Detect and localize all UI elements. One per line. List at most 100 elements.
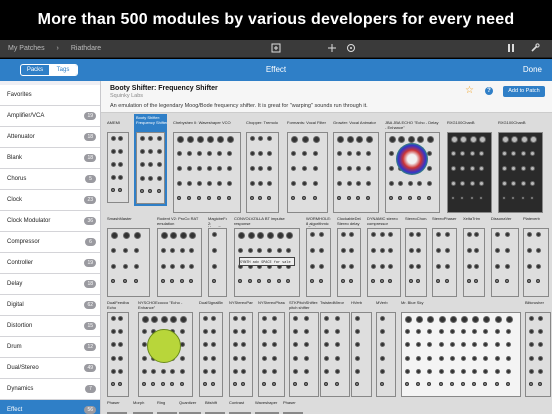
count-badge: 18: [84, 133, 96, 141]
knob: [355, 355, 360, 361]
module-card[interactable]: Phaser: [107, 401, 127, 414]
help-icon[interactable]: ?: [485, 87, 493, 95]
module-card[interactable]: MagicbeFox 2: Magnificent module: [208, 217, 227, 297]
module-card[interactable]: DualSignalBreaker: [199, 301, 223, 397]
knob: [118, 175, 123, 180]
sidebar-item[interactable]: Blank 18: [0, 148, 100, 169]
sidebar-item[interactable]: Controller 19: [0, 253, 100, 274]
module-card[interactable]: NYSCHOEcocco "Echo - Enhance": [138, 301, 193, 397]
knob: [505, 342, 511, 348]
knob: [324, 342, 329, 348]
pause-icon[interactable]: [506, 43, 516, 53]
move-icon[interactable]: [327, 43, 337, 53]
sidebar-item[interactable]: Dynamics 7: [0, 379, 100, 400]
module-card[interactable]: Blitcrusher: [525, 301, 551, 397]
module-faceplate: [173, 132, 241, 213]
sidebar-item[interactable]: Delay 18: [0, 274, 100, 295]
module-brand[interactable]: Squinky Labs: [110, 93, 143, 99]
module-card[interactable]: WORMHOLE: 8 algorithmic effect: [306, 217, 331, 297]
module-card[interactable]: NYStereoPan: [229, 301, 253, 397]
target-icon[interactable]: [346, 43, 356, 53]
module-card[interactable]: DissonaVer: [491, 217, 519, 297]
module-card[interactable]: HVerb: [351, 301, 372, 397]
module-card[interactable]: JBA JBA ECHO "Echo - Delay - Enhance": [385, 121, 440, 213]
module-card[interactable]: StereoChorus: [405, 217, 427, 297]
module-card[interactable]: Waveshaper: [255, 401, 279, 414]
sidebar-item[interactable]: Digital 62: [0, 295, 100, 316]
module-card[interactable]: Growler: Vocal Animator: [333, 121, 379, 213]
sidebar-item[interactable]: Clock Modulator 36: [0, 211, 100, 232]
module-grid: AMEMI Booty Shifter: Frequency Shifter Che…: [101, 114, 552, 414]
knob: [151, 316, 159, 323]
module-card[interactable]: Booty Shifter: Frequency Shifter: [134, 114, 167, 206]
jack-port: [407, 196, 412, 200]
module-card[interactable]: RXG100ChanB: [498, 121, 543, 213]
knob: [380, 342, 385, 348]
jack-port: [520, 196, 525, 200]
sidebar-item-label: Blank: [7, 155, 23, 161]
sidebar-item[interactable]: Clock 23: [0, 190, 100, 211]
module-card[interactable]: Chebyshev II: Waveshaper VCO: [173, 121, 241, 213]
module-card[interactable]: Contrast: [229, 401, 251, 414]
sidebar-item[interactable]: Favorites: [0, 85, 100, 106]
knob: [520, 136, 528, 143]
sidebar-item[interactable]: Amplifier/VCA 19: [0, 106, 100, 127]
wrench-icon[interactable]: [530, 43, 540, 53]
sidebar-item[interactable]: Attenuator 18: [0, 127, 100, 148]
module-card[interactable]: DYNAMIC stereo compressor: [367, 217, 401, 297]
jack-port: [142, 381, 146, 386]
module-card[interactable]: Formants: Vocal Filter: [287, 121, 328, 213]
module-card[interactable]: RXG100ChanB: [447, 121, 492, 213]
add-module-icon[interactable]: [271, 43, 281, 53]
knob: [444, 247, 450, 253]
module-card[interactable]: MVerb: [376, 301, 396, 397]
knob: [449, 329, 455, 335]
knob: [211, 368, 216, 374]
sidebar-item[interactable]: Distortion 15: [0, 316, 100, 337]
module-card[interactable]: Rodent V2: ProCo RAT emulation: [157, 217, 202, 297]
module-card[interactable]: STKPitchShifter: pitch shifter: [289, 301, 319, 397]
module-card-title: StereoPhaser: [432, 217, 457, 221]
knob: [266, 151, 272, 156]
sidebar-item[interactable]: Compressor 6: [0, 232, 100, 253]
module-card[interactable]: Bitshift: [205, 401, 225, 414]
module-card[interactable]: AMEMI: [107, 121, 129, 203]
add-to-patch-button[interactable]: Add to Patch: [503, 86, 545, 97]
module-faceplate: [337, 228, 361, 297]
knob: [177, 166, 182, 171]
sidebar-item[interactable]: Dual/Stereo 49: [0, 358, 100, 379]
done-button[interactable]: Done: [523, 65, 542, 74]
knob: [118, 316, 123, 321]
module-card[interactable]: Quantizer: [179, 401, 201, 414]
knob: [179, 232, 187, 239]
sidebar-item[interactable]: Chorus 5: [0, 169, 100, 190]
module-card[interactable]: SmashMaster: [107, 217, 150, 297]
sidebar-item[interactable]: Effect 56: [0, 400, 100, 414]
knob: [161, 232, 168, 239]
knob: [529, 355, 534, 361]
module-card[interactable]: Mr. Blue Sky: [401, 301, 521, 397]
module-card[interactable]: Phaser: [283, 401, 303, 414]
module-card[interactable]: Chopper: Tremolo: [246, 121, 279, 213]
module-card[interactable]: Morph: [133, 401, 153, 414]
module-card[interactable]: TwistedMirror: [320, 301, 350, 397]
module-card[interactable]: CONVOLVZILLA BT impulse response SYNTH ad…: [234, 217, 300, 297]
module-card[interactable]: ClockableDelay: Stereo delay: [337, 217, 361, 297]
knob: [346, 151, 352, 156]
module-card[interactable]: DualFeedback Echo: [107, 301, 129, 397]
jack-port: [438, 381, 443, 386]
knob: [266, 136, 272, 141]
module-card[interactable]: Plateverb: [523, 217, 549, 297]
jack-port: [538, 381, 542, 386]
sidebar-item[interactable]: Drum 12: [0, 337, 100, 358]
tab-packs[interactable]: Packs: [21, 65, 49, 75]
module-card[interactable]: StereoPhaser: [432, 217, 457, 297]
knob: [291, 136, 298, 143]
tab-tags[interactable]: Tags: [49, 65, 77, 75]
module-card[interactable]: Ring: [157, 401, 177, 414]
module-card[interactable]: NYStereoPhaser: [258, 301, 285, 397]
favorite-star-icon[interactable]: ☆: [465, 85, 474, 96]
module-card[interactable]: XeltaTrim: [463, 217, 485, 297]
breadcrumb-my-patches[interactable]: My Patches: [8, 45, 45, 52]
breadcrumb-patch[interactable]: Riathdare: [71, 45, 101, 52]
